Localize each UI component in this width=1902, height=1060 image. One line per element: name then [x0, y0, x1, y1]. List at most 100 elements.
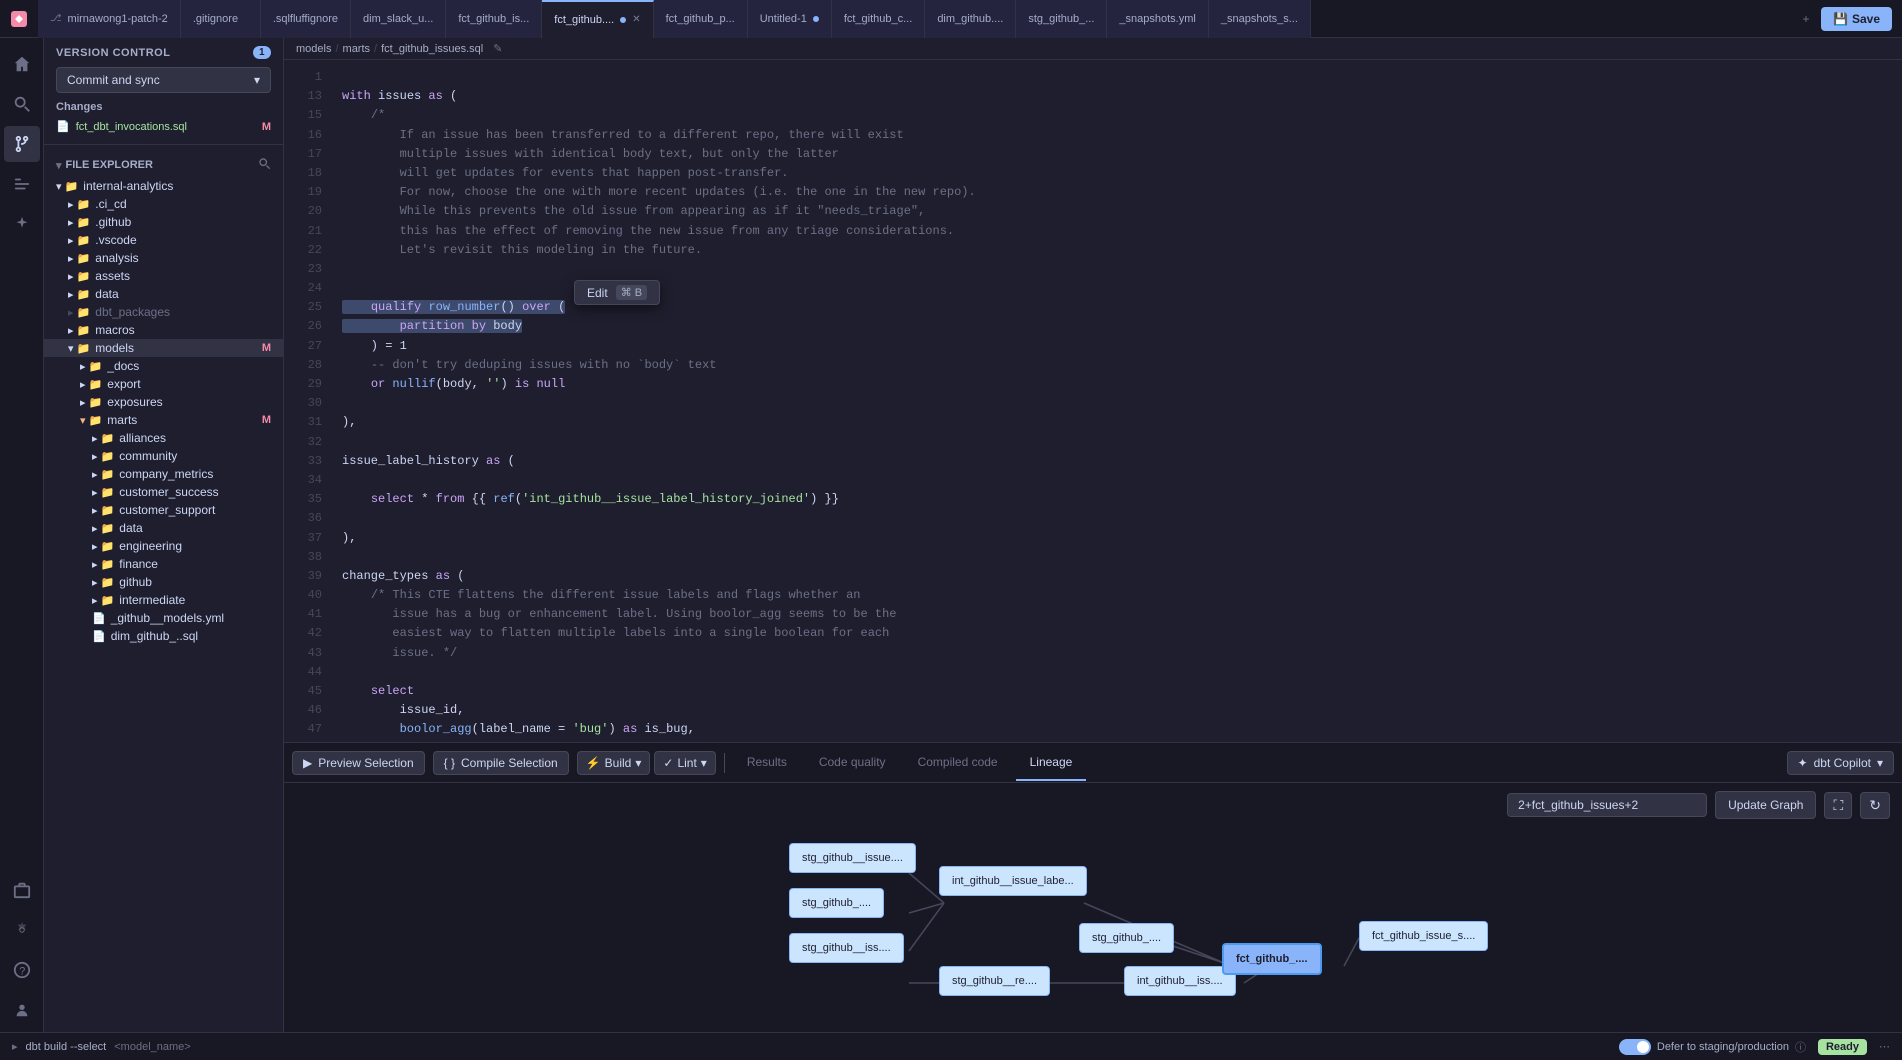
commit-dropdown[interactable]: Commit and sync ▾ [56, 67, 271, 93]
tree-dbt-packages[interactable]: ▸ 📁 dbt_packages [44, 303, 283, 321]
tab-dim-github[interactable]: dim_github.... [925, 0, 1016, 38]
tab-fct-github-active[interactable]: fct_github.... ✕ [542, 0, 653, 38]
item-name: marts [107, 413, 262, 427]
tab-snapshots-s[interactable]: _snapshots_s... [1209, 0, 1311, 38]
fullscreen-icon[interactable]: ⛶ [1824, 792, 1852, 819]
tab-sqlfluffignore[interactable]: .sqlfluffignore [261, 0, 351, 38]
defer-toggle-switch[interactable] [1619, 1039, 1651, 1055]
nav-user[interactable] [4, 992, 40, 1028]
nav-help[interactable]: ? [4, 952, 40, 988]
tree-data2[interactable]: ▸ 📁 data [44, 519, 283, 537]
tab-fct-github-p[interactable]: fct_github_p... [654, 0, 748, 38]
tree-data[interactable]: ▸ 📁 data [44, 285, 283, 303]
tree-engineering[interactable]: ▸ 📁 engineering [44, 537, 283, 555]
node-fct-github[interactable]: fct_github_.... [1222, 943, 1322, 975]
nav-explorer[interactable] [4, 166, 40, 202]
tree-dim-github-sql[interactable]: 📄 dim_github_..sql [44, 627, 283, 645]
nav-home[interactable] [4, 46, 40, 82]
nav-ai[interactable] [4, 206, 40, 242]
tree-github-models-yml[interactable]: 📄 _github__models.yml [44, 609, 283, 627]
tree-models[interactable]: ▾ 📁 models M [44, 339, 283, 357]
tree-customer-support[interactable]: ▸ 📁 customer_support [44, 501, 283, 519]
tree-community[interactable]: ▸ 📁 community [44, 447, 283, 465]
graph-search-input[interactable] [1507, 793, 1707, 817]
ready-status[interactable]: Ready [1818, 1039, 1867, 1055]
tab-dim-slack[interactable]: dim_slack_u... [351, 0, 446, 38]
tree-alliances[interactable]: ▸ 📁 alliances [44, 429, 283, 447]
folder-icon: ▸ 📁 [80, 378, 102, 391]
compile-selection-button[interactable]: { } Compile Selection [433, 751, 569, 775]
dbt-copilot-button[interactable]: ✦ dbt Copilot ▾ [1787, 751, 1894, 775]
results-tab[interactable]: Results [733, 745, 801, 781]
save-button[interactable]: 💾 Save [1821, 7, 1892, 31]
tree-assets[interactable]: ▸ 📁 assets [44, 267, 283, 285]
node-stg-github-re[interactable]: stg_github__re.... [939, 966, 1050, 996]
tab-close-icon[interactable]: ✕ [632, 14, 640, 25]
tree-company-metrics[interactable]: ▸ 📁 company_metrics [44, 465, 283, 483]
lint-dropdown-button[interactable]: ✓ Lint ▾ [654, 751, 715, 775]
folder-icon: ▸ 📁 [92, 504, 114, 517]
build-dropdown-button[interactable]: ⚡ Build ▾ [577, 751, 651, 775]
tree-analysis[interactable]: ▸ 📁 analysis [44, 249, 283, 267]
add-tab-button[interactable]: + [1791, 0, 1821, 38]
tab-mirnawong[interactable]: ⎇ mirnawong1-patch-2 [38, 0, 181, 38]
nav-search[interactable] [4, 86, 40, 122]
code-quality-tab[interactable]: Code quality [805, 745, 900, 781]
tab-label: _snapshots.yml [1119, 13, 1195, 25]
nav-source-control[interactable] [4, 126, 40, 162]
tree-internal-analytics[interactable]: ▾ 📁 internal-analytics [44, 177, 283, 195]
more-options-button[interactable]: ⋯ [1879, 1040, 1890, 1053]
tab-gitignore[interactable]: .gitignore [181, 0, 261, 38]
nav-settings[interactable] [4, 912, 40, 948]
edit-icon[interactable]: ✎ [493, 42, 502, 55]
tree-exposures[interactable]: ▸ 📁 exposures [44, 393, 283, 411]
tree-customer-success[interactable]: ▸ 📁 customer_success [44, 483, 283, 501]
version-control-section: Version control 1 Commit and sync ▾ Chan… [44, 38, 283, 145]
changed-file-item[interactable]: 📄 fct_dbt_invocations.sql M [56, 117, 271, 136]
node-stg-github2[interactable]: stg_github_.... [789, 888, 884, 918]
lineage-area: Update Graph ⛶ ↻ [284, 783, 1902, 1032]
main-area: ? Version control 1 Commit and sync ▾ Ch… [0, 38, 1902, 1032]
changes-section: Changes 📄 fct_dbt_invocations.sql M [56, 93, 271, 136]
tree-docs[interactable]: ▸ 📁 _docs [44, 357, 283, 375]
status-right: Defer to staging/production ⓘ Ready ⋯ [1619, 1039, 1890, 1055]
item-name: data [119, 521, 271, 535]
tree-macros[interactable]: ▸ 📁 macros [44, 321, 283, 339]
compiled-code-tab[interactable]: Compiled code [904, 745, 1012, 781]
tab-label: fct_github_p... [666, 13, 735, 25]
node-int-github-iss[interactable]: int_github__iss.... [1124, 966, 1236, 996]
commit-label: Commit and sync [67, 73, 160, 87]
edit-tooltip: Edit ⌘ B [574, 280, 660, 305]
tree-marts[interactable]: ▾ 📁 marts M [44, 411, 283, 429]
tab-stg-github[interactable]: stg_github_... [1016, 0, 1107, 38]
tree-github2[interactable]: ▸ 📁 github [44, 573, 283, 591]
tab-label: _snapshots_s... [1221, 13, 1298, 25]
tab-label: stg_github_... [1028, 13, 1094, 25]
search-icon[interactable] [258, 157, 271, 173]
tab-fct-github-is[interactable]: fct_github_is... [446, 0, 542, 38]
lineage-tab[interactable]: Lineage [1016, 745, 1087, 781]
model-name-input[interactable] [114, 1041, 1611, 1053]
tab-untitled[interactable]: Untitled-1 [748, 0, 832, 38]
build-icon: ⚡ [586, 756, 601, 770]
tree-vscode[interactable]: ▸ 📁 .vscode [44, 231, 283, 249]
refresh-icon[interactable]: ↻ [1860, 792, 1890, 819]
node-int-github-issue-labe[interactable]: int_github__issue_labe... [939, 866, 1087, 896]
preview-selection-button[interactable]: ▶ Preview Selection [292, 751, 425, 775]
tab-label: fct_github.... [554, 14, 614, 26]
nav-jobs[interactable] [4, 872, 40, 908]
node-stg-github3[interactable]: stg_github_.... [1079, 923, 1174, 953]
node-stg-github-iss2[interactable]: stg_github__iss.... [789, 933, 904, 963]
tree-export[interactable]: ▸ 📁 export [44, 375, 283, 393]
toggle-knob [1637, 1041, 1649, 1053]
tree-finance[interactable]: ▸ 📁 finance [44, 555, 283, 573]
node-fct-github-issue-s[interactable]: fct_github_issue_s.... [1359, 921, 1488, 951]
tab-snapshots-yml[interactable]: _snapshots.yml [1107, 0, 1208, 38]
tree-intermediate[interactable]: ▸ 📁 intermediate [44, 591, 283, 609]
code-content[interactable]: with issues as ( /* If an issue has been… [334, 60, 1902, 742]
tree-ci-cd[interactable]: ▸ 📁 .ci_cd [44, 195, 283, 213]
tab-fct-github-c[interactable]: fct_github_c... [832, 0, 926, 38]
tree-github[interactable]: ▸ 📁 .github [44, 213, 283, 231]
node-stg-github-issue[interactable]: stg_github__issue.... [789, 843, 916, 873]
update-graph-button[interactable]: Update Graph [1715, 791, 1816, 819]
